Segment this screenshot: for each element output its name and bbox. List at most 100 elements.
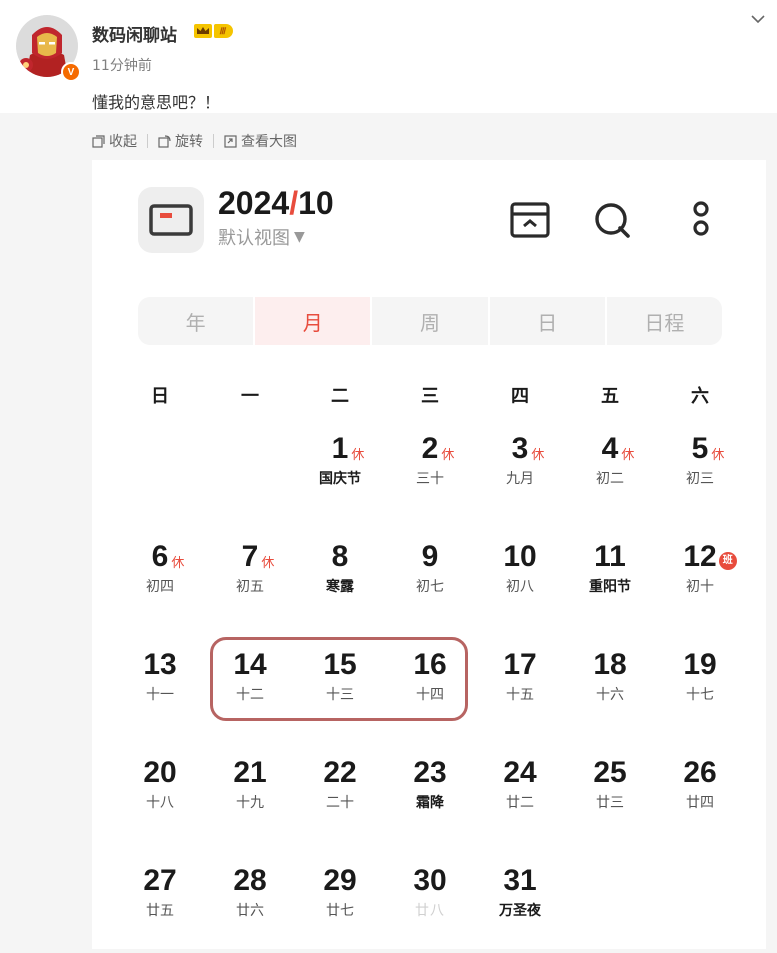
day-cell[interactable]: 29 廿七 <box>295 862 385 953</box>
day-cell[interactable]: 23 霜降 <box>385 754 475 862</box>
member-badge[interactable]: Ⅲ <box>193 22 234 40</box>
week-row: 20 十八 21 十九 22 二十 23 霜降 24 廿二 25 廿三 26 廿四 <box>115 754 745 862</box>
rotate-icon <box>158 134 171 148</box>
highlighted-dates-marker <box>210 637 468 721</box>
crown-icon <box>194 24 212 38</box>
chevron-down-icon[interactable] <box>749 10 767 28</box>
day-number: 19 <box>683 648 717 681</box>
day-cell[interactable]: 20 十八 <box>115 754 205 862</box>
lunar-date: 初三 <box>686 471 714 487</box>
tab-2[interactable]: 周 <box>372 297 488 345</box>
day-number: 12 <box>683 540 717 573</box>
week-row: 1 休国庆节 2 休三十 3 休九月 4 休初二 5 休初三 <box>115 430 745 538</box>
calendar-image[interactable]: 2024/10 默认视图 ▼ 年月周日日程 日一二三四 五 六 1 休 国庆节 … <box>92 160 766 949</box>
day-cell[interactable]: 28 廿六 <box>205 862 295 953</box>
day-cell[interactable]: 8 寒露 <box>295 538 385 646</box>
search-icon[interactable] <box>590 198 634 242</box>
lunar-date: 廿八 <box>415 903 445 919</box>
day-cell[interactable]: 31 万圣夜 <box>475 862 565 953</box>
lunar-date: 初五 <box>236 579 264 595</box>
holiday-rest-tag: 休 <box>711 448 725 463</box>
day-cell[interactable]: 7 休初五 <box>205 538 295 646</box>
day-number: 3 <box>511 432 529 465</box>
toolbar-divider <box>213 134 214 148</box>
day-number: 9 <box>421 540 439 573</box>
weekday-label: 六 <box>691 386 709 407</box>
lunar-date: 初十 <box>686 579 714 595</box>
day-cell[interactable]: 5 休初三 <box>655 430 745 538</box>
day-cell[interactable]: 3 休九月 <box>475 430 565 538</box>
day-cell[interactable]: 4 休初二 <box>565 430 655 538</box>
lunar-date: 廿六 <box>236 903 264 919</box>
day-cell[interactable]: 6 休初四 <box>115 538 205 646</box>
view-large-button[interactable]: 查看大图 <box>224 131 297 151</box>
tab-0[interactable]: 年 <box>138 297 254 345</box>
tab-1[interactable]: 月 <box>255 297 371 345</box>
day-cell[interactable]: 26 廿四 <box>655 754 745 862</box>
year: 2024 <box>218 185 290 221</box>
day-cell[interactable]: 2 休三十 <box>385 430 475 538</box>
weibo-post-header: V 数码闲聊站 Ⅲ 11分钟前 懂我的意思吧？！ <box>0 0 777 113</box>
lunar-date: 二十 <box>326 795 354 811</box>
rotate-button[interactable]: 旋转 <box>158 131 203 151</box>
holiday-rest-tag: 休 <box>261 556 275 571</box>
more-options-icon[interactable] <box>679 198 723 242</box>
lunar-date: 十一 <box>146 687 174 703</box>
day-number: 10 <box>503 540 537 573</box>
calendar-app-icon[interactable] <box>138 187 204 253</box>
day-number: 8 <box>331 540 349 573</box>
lunar-date: 廿五 <box>146 903 174 919</box>
holiday-rest-tag: 休 <box>171 556 185 571</box>
day-cell[interactable]: 10 初八 <box>475 538 565 646</box>
day-cell[interactable]: 24 廿二 <box>475 754 565 862</box>
rotate-label: 旋转 <box>175 134 203 150</box>
holiday-rest-tag: 休 <box>621 448 635 463</box>
day-cell[interactable]: 18 十六 <box>565 646 655 754</box>
day-number: 2 <box>421 432 439 465</box>
festival-label: 寒露 <box>326 579 354 595</box>
day-cell[interactable]: 11 重阳节 <box>565 538 655 646</box>
view-tabs: 年月周日日程 <box>138 297 723 345</box>
year-month-title[interactable]: 2024/10 <box>218 185 334 222</box>
day-cell[interactable]: 12 班初十 <box>655 538 745 646</box>
day-cell[interactable]: 25 廿三 <box>565 754 655 862</box>
day-cell[interactable]: 17 十五 <box>475 646 565 754</box>
day-cell[interactable]: 19 十七 <box>655 646 745 754</box>
view-label: 默认视图 <box>218 228 290 249</box>
tab-3[interactable]: 日 <box>489 297 605 345</box>
holiday-rest-tag: 休 <box>351 448 365 463</box>
media-area: 收起 旋转 查看大图 2024/10 默认视图 ▼ 年 月 周 日 日程 日 一… <box>0 113 777 953</box>
day-cell[interactable]: 22 二十 <box>295 754 385 862</box>
lunar-date: 十六 <box>596 687 624 703</box>
week-row: 6 休初四 7 休初五 8 寒露 9 初七 10 初八 11 重阳节 12 班初十 <box>115 538 745 646</box>
day-cell[interactable]: 21 十九 <box>205 754 295 862</box>
day-number: 5 <box>691 432 709 465</box>
festival-label: 国庆节 <box>319 471 361 487</box>
view-large-icon <box>224 134 237 148</box>
day-cell[interactable]: 13 十一 <box>115 646 205 754</box>
day-number: 27 <box>143 864 177 897</box>
day-cell[interactable]: 27 廿五 <box>115 862 205 953</box>
day-number: 18 <box>593 648 627 681</box>
lunar-date: 初八 <box>506 579 534 595</box>
day-cell[interactable]: 1 休国庆节 <box>295 430 385 538</box>
view-selector[interactable]: 默认视图 ▼ <box>218 224 305 250</box>
day-number: 4 <box>601 432 619 465</box>
holiday-rest-tag: 休 <box>531 448 545 463</box>
holiday-rest-tag: 休 <box>441 448 455 463</box>
day-cell[interactable]: 9 初七 <box>385 538 475 646</box>
toolbar-divider <box>147 134 148 148</box>
weekday-label: 三 <box>421 386 439 407</box>
post-time[interactable]: 11分钟前 <box>92 55 152 75</box>
username[interactable]: 数码闲聊站 <box>92 21 177 46</box>
lunar-date: 初二 <box>596 471 624 487</box>
level-badge: Ⅲ <box>214 24 234 38</box>
collapse-button[interactable]: 收起 <box>92 131 137 151</box>
lunar-date: 九月 <box>506 471 534 487</box>
inbox-icon[interactable] <box>508 198 552 242</box>
lunar-date: 十七 <box>686 687 714 703</box>
day-cell[interactable]: 30 廿八 <box>385 862 475 953</box>
year-month-separator: / <box>289 185 299 221</box>
tab-4[interactable]: 日程 <box>606 297 723 345</box>
day-number: 20 <box>143 756 177 789</box>
